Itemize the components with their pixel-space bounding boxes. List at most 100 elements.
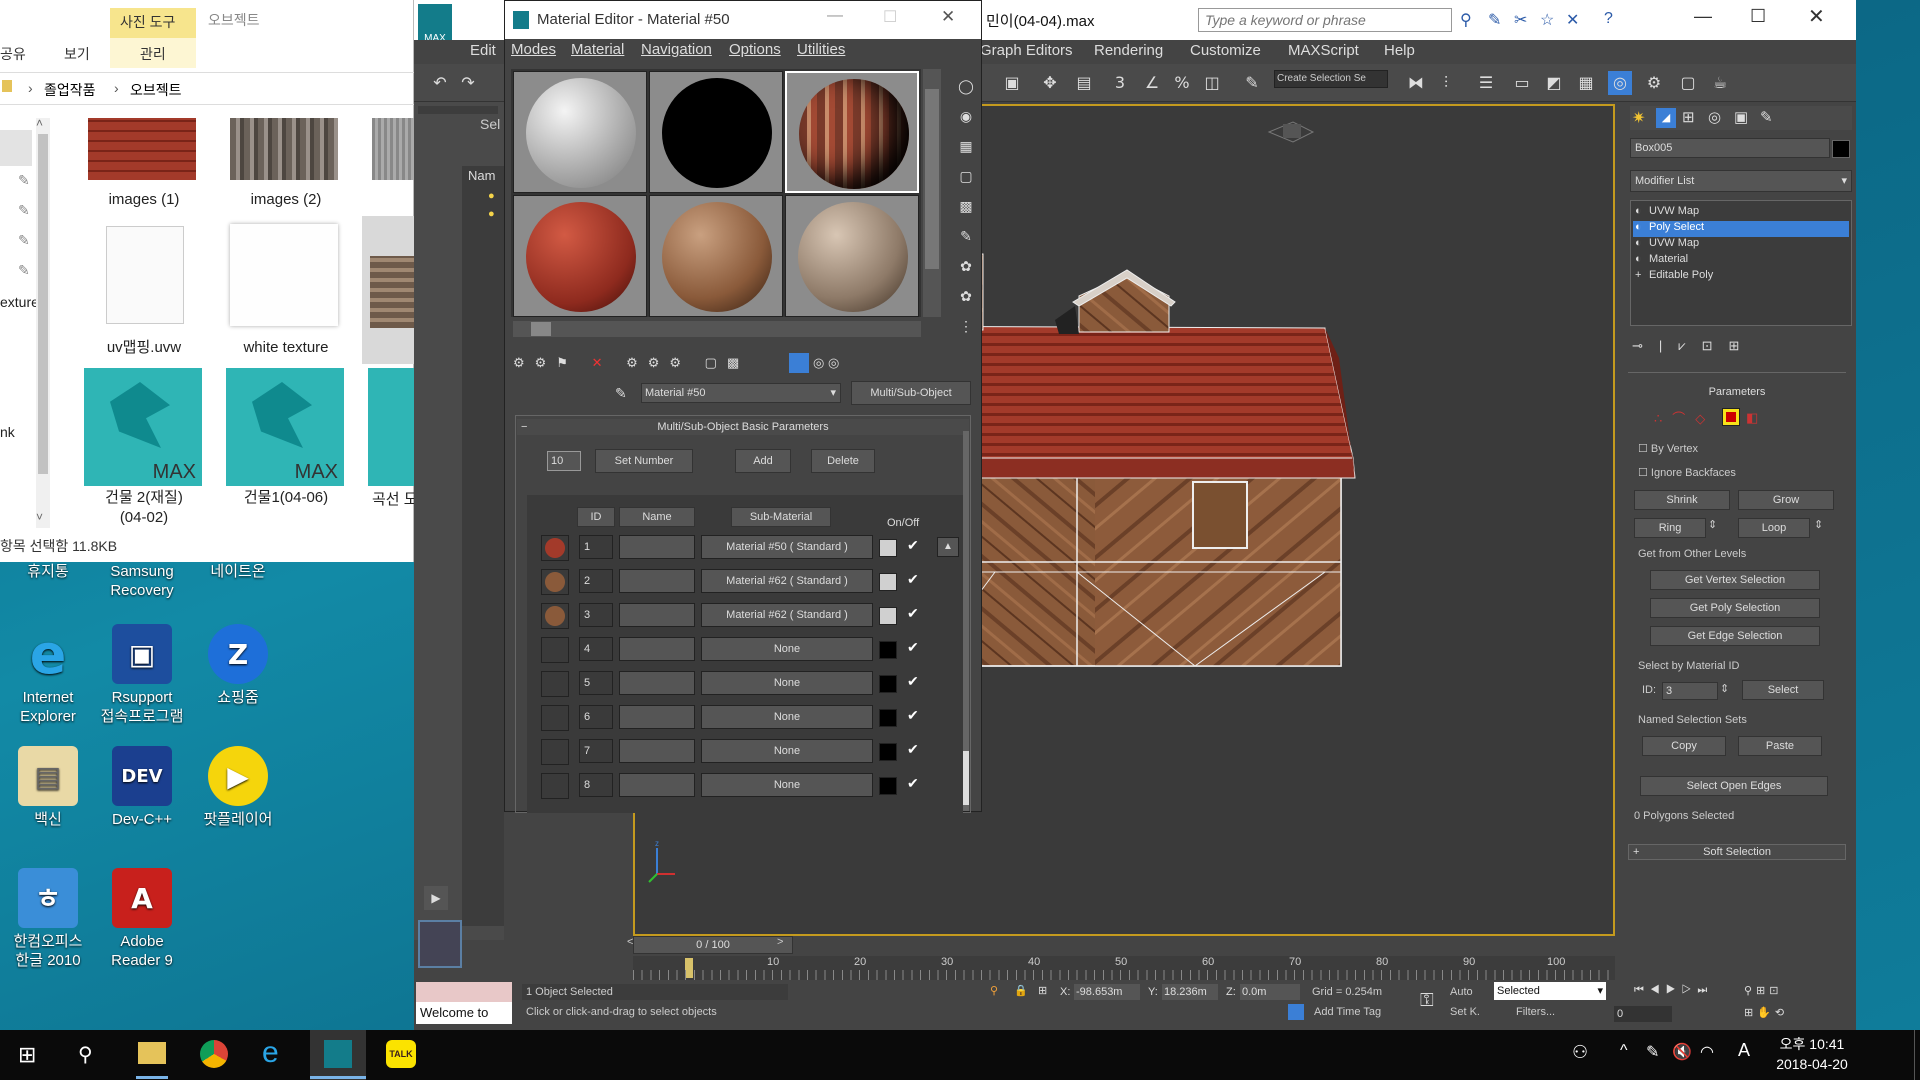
sub-material-button[interactable]: None: [701, 773, 873, 797]
create-tab-icon[interactable]: ✷: [1632, 108, 1645, 128]
image-thumbnail[interactable]: [230, 224, 338, 326]
sub-name-field[interactable]: [619, 603, 695, 627]
percent-snap-icon[interactable]: %: [1170, 71, 1194, 95]
sub-material-row[interactable]: 3 Material #62 ( Standard ) ✔: [535, 601, 965, 629]
nav-scrollbar-thumb[interactable]: [38, 134, 48, 474]
sub-color-swatch[interactable]: [879, 675, 897, 693]
menu-material[interactable]: Material: [571, 41, 624, 58]
element-level-icon[interactable]: ◧: [1746, 410, 1758, 426]
file-name[interactable]: images (1): [76, 190, 212, 210]
auto-key-button[interactable]: Auto: [1450, 986, 1473, 998]
utilities-tab-icon[interactable]: ✎: [1760, 108, 1773, 126]
align-icon[interactable]: ⫶: [1434, 71, 1458, 95]
sample-slot-active[interactable]: [785, 71, 919, 193]
max-file-icon[interactable]: MAX: [226, 368, 344, 486]
playback-controls[interactable]: ⏮◀▶▷⏭: [1634, 984, 1713, 997]
document-icon[interactable]: [106, 226, 184, 324]
on-checkbox[interactable]: ✔: [907, 571, 919, 588]
side-toolbar[interactable]: ◯ ◉ ▦ ▢ ▩ ✎ ✿ ✿ ⋮: [951, 71, 981, 341]
x-coordinate-field[interactable]: -98.653m: [1074, 984, 1140, 1000]
wrench-icon[interactable]: ✎: [1488, 10, 1501, 30]
angle-snap-icon[interactable]: ∠: [1140, 71, 1164, 95]
close-icon[interactable]: ✕: [941, 7, 955, 27]
search-icon[interactable]: ⚲: [78, 1042, 93, 1067]
sub-object-level-icons[interactable]: ∴⌒◇: [1654, 408, 1715, 427]
viewport-toggle-icon[interactable]: ▤: [1072, 71, 1096, 95]
x-icon[interactable]: ✕: [1566, 10, 1579, 30]
select-by-id-button[interactable]: Select: [1742, 680, 1824, 700]
image-thumbnail[interactable]: [370, 256, 414, 328]
loop-button[interactable]: Loop: [1738, 518, 1810, 538]
menu-options[interactable]: Options: [729, 41, 781, 58]
sub-name-field[interactable]: [619, 671, 695, 695]
render-frame-icon[interactable]: ▢: [1676, 71, 1700, 95]
rollout-scrollbar[interactable]: [963, 431, 969, 811]
volume-mute-icon[interactable]: 🔇: [1672, 1042, 1692, 1062]
file-explorer-taskbar-icon[interactable]: [138, 1042, 166, 1064]
sub-material-row[interactable]: 8 None ✔: [535, 771, 965, 799]
sub-id[interactable]: 5: [579, 671, 613, 695]
material-name-dropdown[interactable]: Material #50 ▾: [641, 383, 841, 403]
minimize-icon[interactable]: —: [1694, 6, 1712, 27]
undo-icon[interactable]: ↶: [428, 71, 452, 95]
add-button[interactable]: Add: [735, 449, 791, 473]
transform-mode-icon[interactable]: ⊞: [1038, 984, 1047, 997]
nav-pane-label[interactable]: nk: [0, 424, 15, 440]
scene-explorer-preview[interactable]: [418, 920, 462, 968]
sub-id[interactable]: 3: [579, 603, 613, 627]
parameters-rollout-title[interactable]: Parameters: [1628, 386, 1846, 400]
windows-start-icon[interactable]: ⊞: [18, 1042, 36, 1068]
motion-tab-icon[interactable]: ◎: [1708, 108, 1721, 126]
column-id[interactable]: ID: [577, 507, 615, 527]
menu-utilities[interactable]: Utilities: [797, 41, 845, 58]
binoculars-icon[interactable]: ⚲: [1460, 10, 1472, 30]
sub-count-input[interactable]: 10: [547, 451, 581, 471]
scene-explorer-select[interactable]: Sel: [480, 116, 500, 132]
modify-tab-icon[interactable]: ◢: [1656, 108, 1676, 128]
track-bar[interactable]: 10 20 30 40 50 60 70 80 90 100: [633, 956, 1615, 980]
people-icon[interactable]: ⚇: [1572, 1042, 1588, 1063]
sub-name-field[interactable]: [619, 637, 695, 661]
material-type-button[interactable]: Multi/Sub-Object: [851, 381, 971, 405]
sub-material-button[interactable]: Material #62 ( Standard ): [701, 603, 873, 627]
sample-slot[interactable]: [513, 71, 647, 193]
list-scroll-up-icon[interactable]: ▲: [937, 537, 959, 557]
maximize-icon[interactable]: ☐: [1750, 6, 1766, 27]
menu-rendering[interactable]: Rendering: [1094, 42, 1163, 59]
desktop-icon-hancom-office[interactable]: ㅎ 한컴오피스 한글 2010: [0, 868, 96, 970]
sub-id[interactable]: 8: [579, 773, 613, 797]
on-checkbox[interactable]: ✔: [907, 673, 919, 690]
sub-id[interactable]: 6: [579, 705, 613, 729]
delete-button[interactable]: Delete: [811, 449, 875, 473]
max-file-icon[interactable]: [368, 368, 414, 486]
ie-taskbar-icon[interactable]: e: [262, 1036, 279, 1070]
add-time-tag[interactable]: Add Time Tag: [1314, 1006, 1381, 1018]
modifier-list-dropdown[interactable]: Modifier List ▾: [1630, 170, 1852, 192]
pick-material-icon[interactable]: ✎: [615, 385, 627, 402]
file-name[interactable]: white texture: [218, 338, 354, 358]
sub-material-row[interactable]: 7 None ✔: [535, 737, 965, 765]
sub-material-button[interactable]: Material #50 ( Standard ): [701, 535, 873, 559]
material-toolbar[interactable]: ⚙⚙⚑ ✕ ⚙⚙⚙ ▢▩: [513, 355, 749, 371]
welcome-text[interactable]: Welcome to: [416, 1002, 512, 1024]
current-frame-field[interactable]: 0: [1614, 1006, 1672, 1022]
kakaotalk-taskbar-icon[interactable]: TALK: [386, 1040, 416, 1068]
select-open-edges-button[interactable]: Select Open Edges: [1640, 776, 1828, 796]
get-vertex-selection-button[interactable]: Get Vertex Selection: [1650, 570, 1820, 590]
stack-item[interactable]: ◐ UVW Map: [1633, 205, 1849, 221]
column-sub-material[interactable]: Sub-Material: [731, 507, 831, 527]
sample-hscrollbar[interactable]: [513, 321, 921, 337]
help-icon[interactable]: ?: [1604, 10, 1613, 28]
sub-color-swatch[interactable]: [879, 743, 897, 761]
y-coordinate-field[interactable]: 18.236m: [1162, 984, 1218, 1000]
sub-color-swatch[interactable]: [879, 709, 897, 727]
sample-slot[interactable]: [785, 195, 919, 317]
get-poly-selection-button[interactable]: Get Poly Selection: [1650, 598, 1820, 618]
sub-material-row[interactable]: 6 None ✔: [535, 703, 965, 731]
sub-id[interactable]: 2: [579, 569, 613, 593]
chrome-taskbar-icon[interactable]: [200, 1040, 228, 1068]
expand-arrow-icon[interactable]: ▶: [424, 886, 448, 910]
hierarchy-tab-icon[interactable]: ⊞: [1682, 108, 1695, 126]
file-name[interactable]: images (2): [218, 190, 354, 210]
clock-time[interactable]: 오후 10:41: [1772, 1034, 1852, 1054]
